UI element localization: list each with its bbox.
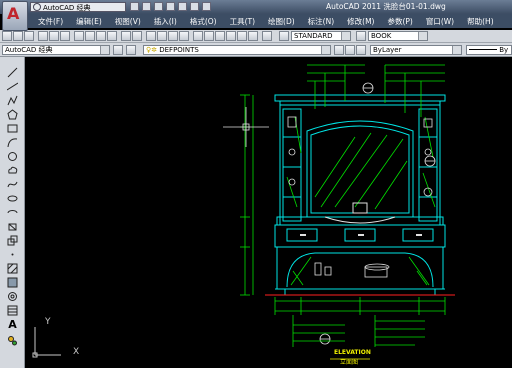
circle-icon[interactable] [7,151,18,162]
menu-parametric[interactable]: 参数(P) [387,16,412,27]
save-icon[interactable] [24,31,34,41]
ucs-icon: Y X [45,317,80,357]
gear-icon [33,3,41,11]
title-bar: AutoCAD 经典 AutoCAD 2011 洗脸台01-01.dwg [0,0,512,14]
menu-dimension[interactable]: 标注(N) [308,16,334,27]
layer-manager-icon[interactable] [126,45,136,55]
text-style-icon [279,31,289,41]
paste-icon[interactable] [96,31,106,41]
add-selected-icon[interactable] [7,335,18,346]
make-block-icon[interactable] [7,235,18,246]
layer-state-icon[interactable] [356,45,366,55]
copy-icon[interactable] [85,31,95,41]
ellipse-icon[interactable] [7,193,18,204]
gradient-icon[interactable] [7,277,18,288]
publish-icon[interactable] [60,31,70,41]
multiline-text-icon[interactable]: A [7,319,18,330]
design-center-icon[interactable] [204,31,214,41]
arc-icon[interactable] [7,137,18,148]
linetype-select[interactable]: By [466,45,512,55]
help-icon[interactable] [262,31,272,41]
zoom-previous-icon[interactable] [179,31,189,41]
lightbulb-icon: ♀✲ [146,46,157,54]
layer-select[interactable]: ♀✲ DEFPOINTS [143,45,331,55]
construction-line-icon[interactable] [7,81,18,92]
new-file-icon[interactable] [130,2,139,11]
match-properties-icon[interactable] [107,31,117,41]
new-icon[interactable] [2,31,12,41]
standard-toolbar: STANDARD BOOK [0,30,512,43]
table-icon[interactable] [7,305,18,316]
zoom-realtime-icon[interactable] [157,31,167,41]
insert-block-icon[interactable] [7,221,18,232]
print-icon[interactable] [38,31,48,41]
workspace-settings-icon[interactable] [113,45,123,55]
revcloud-icon[interactable] [7,165,18,176]
chevron-down-icon [100,46,109,54]
polyline-icon[interactable] [7,95,18,106]
menu-modify[interactable]: 修改(M) [347,16,374,27]
menu-draw[interactable]: 绘图(D) [268,16,295,27]
chevron-down-icon [341,32,350,40]
zoom-window-icon[interactable] [168,31,178,41]
menu-view[interactable]: 视图(V) [115,16,141,27]
menu-insert[interactable]: 插入(I) [154,16,177,27]
point-icon[interactable] [7,249,18,260]
line-icon[interactable] [7,67,18,78]
workspace-switcher[interactable]: AutoCAD 经典 [30,2,126,12]
properties-icon[interactable] [193,31,203,41]
redo-icon[interactable] [190,2,199,11]
ellipse-arc-icon[interactable] [7,207,18,218]
window-title: AutoCAD 2011 洗脸台01-01.dwg [326,2,446,11]
draw-toolbar: A [0,57,25,368]
redo-icon[interactable] [132,31,142,41]
linetype-preview [469,49,497,50]
region-icon[interactable] [7,291,18,302]
chevron-down-icon [452,46,461,54]
hatch-icon[interactable] [7,263,18,274]
plot-icon[interactable] [202,2,211,11]
dim-style-icon [356,31,366,41]
cut-icon[interactable] [74,31,84,41]
markup-icon[interactable] [237,31,247,41]
menu-file[interactable]: 文件(F) [38,16,63,27]
elevation-drawing [32,64,455,360]
rectangle-icon[interactable] [7,123,18,134]
menu-edit[interactable]: 编辑(E) [76,16,102,27]
chevron-down-icon [321,46,330,54]
menu-bar: 文件(F) 编辑(E) 视图(V) 插入(I) 格式(O) 工具(T) 绘图(D… [28,14,512,28]
polygon-icon[interactable] [7,109,18,120]
pan-icon[interactable] [146,31,156,41]
open-file-icon[interactable] [142,2,151,11]
print-preview-icon[interactable] [49,31,59,41]
undo-icon[interactable] [178,2,187,11]
menu-tools[interactable]: 工具(T) [230,16,255,27]
calculator-icon[interactable] [248,31,258,41]
drawing-canvas[interactable]: Y X ELEVATION 立面图 [25,57,512,368]
menu-window[interactable]: 窗口(W) [426,16,454,27]
drawing-title: ELEVATION [334,349,371,356]
layers-toolbar: AutoCAD 经典 ♀✲ DEFPOINTS ByLayer By [0,43,512,57]
quick-access-toolbar [130,2,211,12]
tool-palettes-icon[interactable] [215,31,225,41]
application-menu-button[interactable]: A [2,1,28,31]
make-current-icon[interactable] [334,45,344,55]
save-as-icon[interactable] [166,2,175,11]
spline-icon[interactable] [7,179,18,190]
menu-format[interactable]: 格式(O) [190,16,217,27]
sheet-set-icon[interactable] [226,31,236,41]
color-select[interactable]: ByLayer [370,45,462,55]
workspace-select[interactable]: AutoCAD 经典 [2,45,110,55]
text-style-select[interactable]: STANDARD [291,31,351,41]
undo-icon[interactable] [121,31,131,41]
menu-help[interactable]: 帮助(H) [467,16,494,27]
dim-style-select[interactable]: BOOK [368,31,428,41]
chevron-down-icon [418,32,427,40]
open-icon[interactable] [13,31,23,41]
drawing-subtitle: 立面图 [340,359,359,366]
save-icon[interactable] [154,2,163,11]
layer-previous-icon[interactable] [345,45,355,55]
